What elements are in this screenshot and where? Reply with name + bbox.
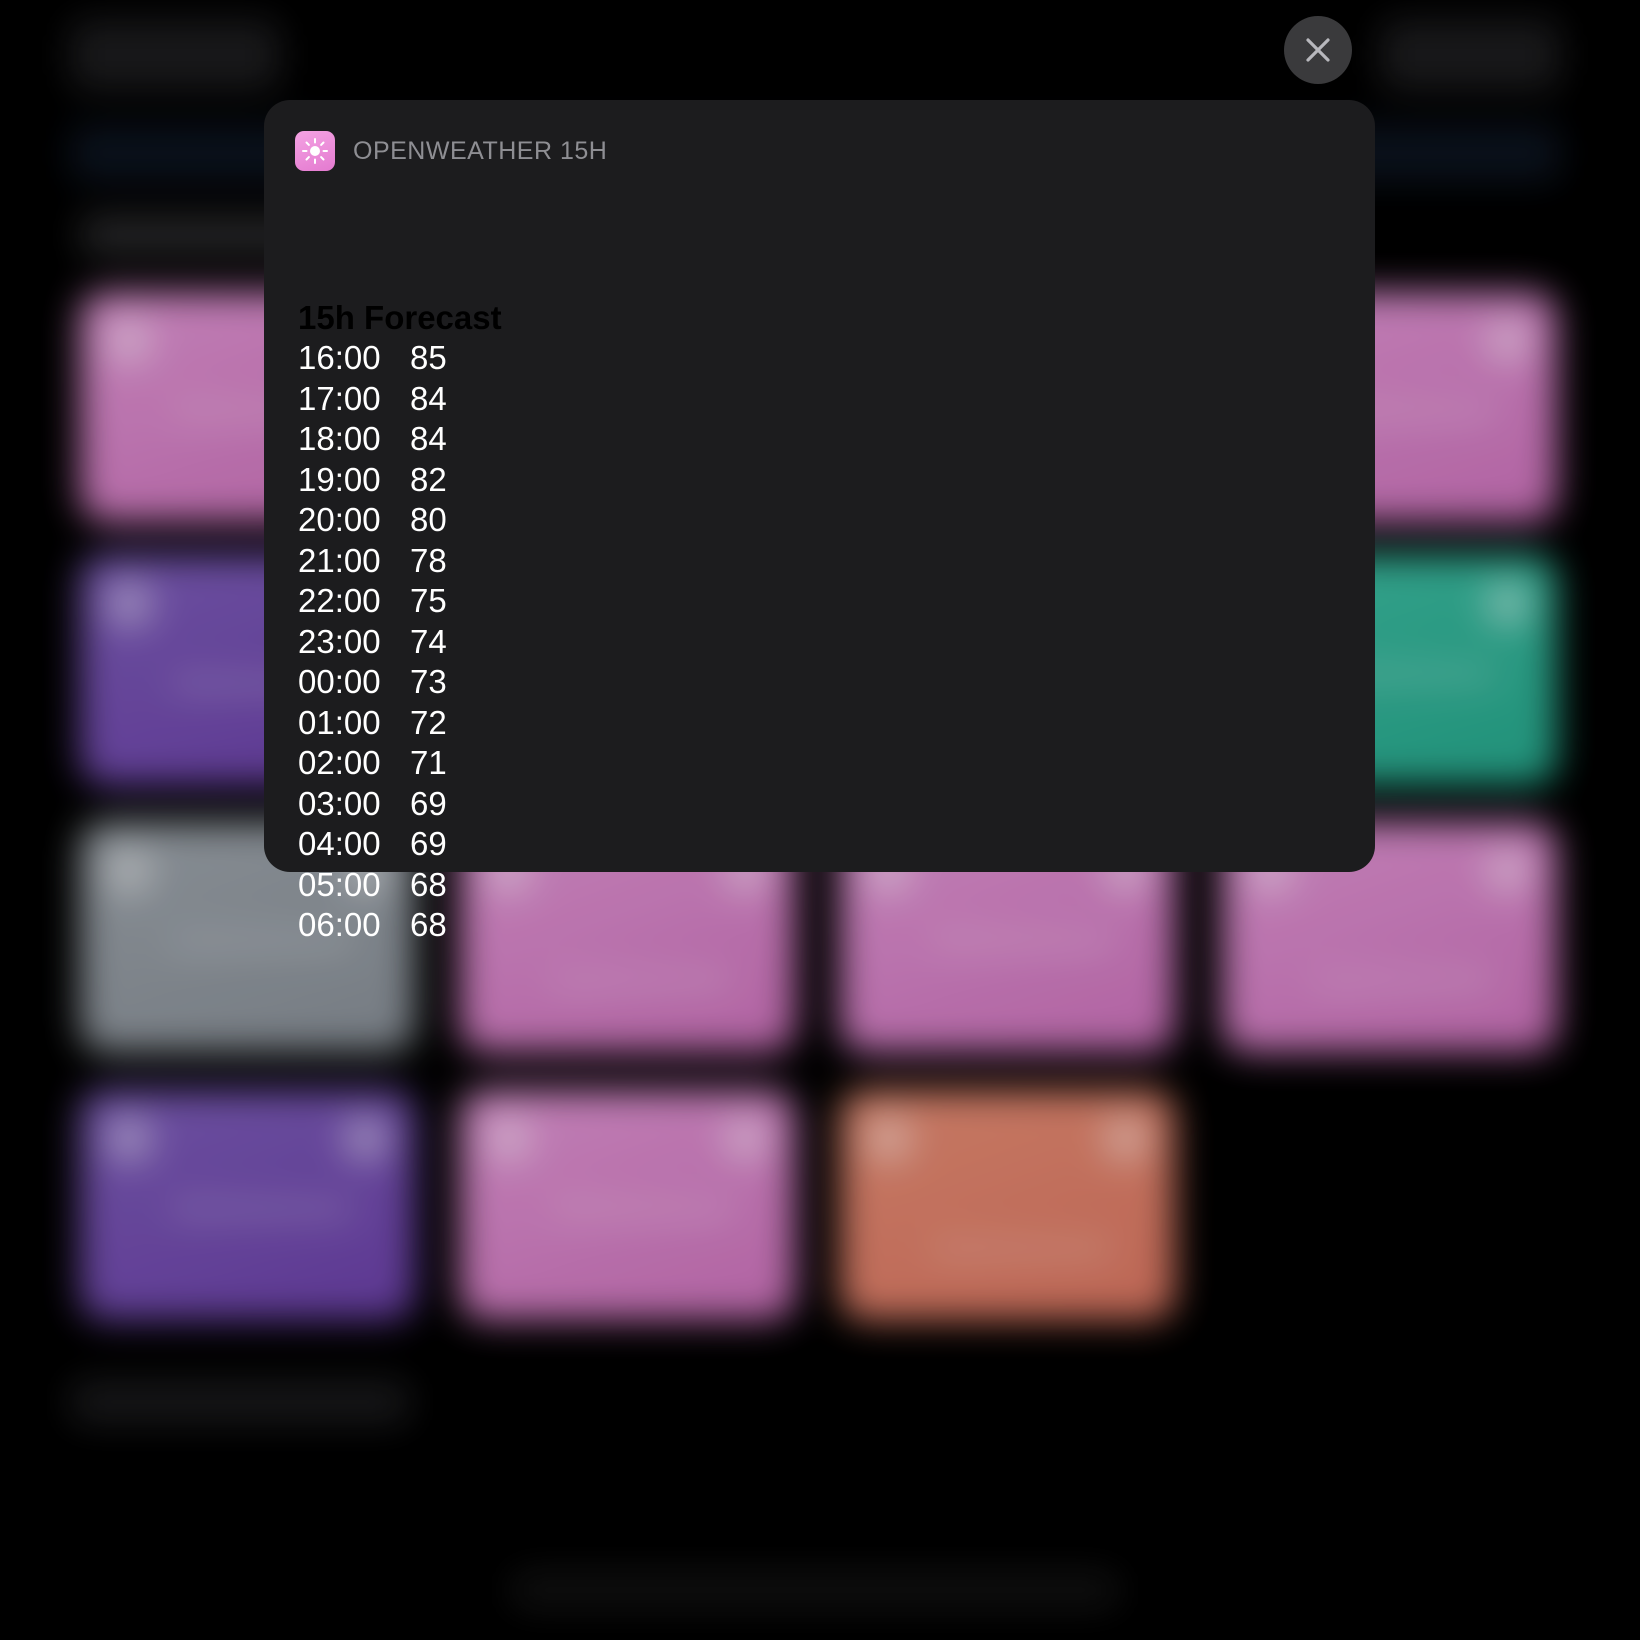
forecast-row: 05:00 68 xyxy=(298,865,447,906)
forecast-temp: 71 xyxy=(410,744,447,781)
forecast-time: 02:00 xyxy=(298,744,381,781)
notification-header: OPENWEATHER 15H xyxy=(295,131,607,171)
forecast-temp: 82 xyxy=(410,460,447,498)
forecast-row: 06:00 68 xyxy=(298,905,447,946)
forecast-row: 00:00 73 xyxy=(298,662,447,703)
forecast-time: 22:00 xyxy=(298,582,381,619)
bg-top-left-block xyxy=(70,20,280,90)
forecast-time: 18:00 xyxy=(298,420,381,457)
bg-bottom-row xyxy=(70,1380,410,1424)
app-icon xyxy=(295,131,335,171)
forecast-time: 20:00 xyxy=(298,501,381,538)
forecast-temp: 84 xyxy=(410,420,447,457)
forecast-temp: 78 xyxy=(410,541,447,579)
forecast-time: 04:00 xyxy=(298,825,381,862)
forecast-time: 19:00 xyxy=(298,460,381,498)
shortcut-tile xyxy=(840,1090,1175,1320)
forecast-temp: 84 xyxy=(410,379,447,417)
forecast-temp: 69 xyxy=(410,825,447,862)
bg-bottom-bar xyxy=(510,1570,1120,1610)
forecast-time: 05:00 xyxy=(298,865,381,903)
forecast-row: 01:00 72 xyxy=(298,703,447,744)
shortcut-tile xyxy=(460,1090,795,1320)
forecast-row: 17:00 84 xyxy=(298,379,447,420)
forecast-row: 16:00 85 xyxy=(298,338,447,379)
forecast-temp: 68 xyxy=(410,865,447,903)
forecast-row: 21:00 78 xyxy=(298,541,447,582)
forecast-temp: 72 xyxy=(410,703,447,741)
shortcut-tile xyxy=(80,1090,415,1320)
app-name: OPENWEATHER 15H xyxy=(353,136,608,165)
forecast-time: 00:00 xyxy=(298,663,381,700)
forecast-row: 04:00 69 xyxy=(298,824,447,865)
notification-panel[interactable]: OPENWEATHER 15H 15h Forecast 16:00 85 17:0… xyxy=(264,100,1375,943)
bg-top-right-block xyxy=(1380,20,1560,90)
forecast-time: 23:00 xyxy=(298,622,381,660)
forecast-row: 20:00 80 xyxy=(298,500,447,541)
forecast-row: 02:00 71 xyxy=(298,743,447,784)
forecast-temp: 80 xyxy=(410,501,447,538)
forecast-temp: 85 xyxy=(410,339,447,376)
sun-icon xyxy=(302,138,328,164)
forecast-time: 17:00 xyxy=(298,379,381,417)
forecast-temp: 75 xyxy=(410,582,447,619)
forecast-row: 03:00 69 xyxy=(298,784,447,825)
forecast-time: 21:00 xyxy=(298,541,381,579)
notification-title: 15h Forecast xyxy=(298,299,502,336)
forecast-time: 03:00 xyxy=(298,784,381,822)
forecast-row: 23:00 74 xyxy=(298,622,447,663)
close-button[interactable] xyxy=(1284,16,1352,84)
forecast-time: 16:00 xyxy=(298,339,381,376)
forecast-time: 06:00 xyxy=(298,906,381,943)
forecast-temp: 73 xyxy=(410,663,447,700)
forecast-row: 22:00 75 xyxy=(298,581,447,622)
forecast-time: 01:00 xyxy=(298,703,381,741)
forecast-temp: 74 xyxy=(410,622,447,660)
close-icon xyxy=(1306,38,1330,62)
forecast-temp: 69 xyxy=(410,784,447,822)
forecast-temp: 68 xyxy=(410,906,447,943)
forecast-row: 18:00 84 xyxy=(298,419,447,460)
forecast-row: 19:00 82 xyxy=(298,460,447,501)
